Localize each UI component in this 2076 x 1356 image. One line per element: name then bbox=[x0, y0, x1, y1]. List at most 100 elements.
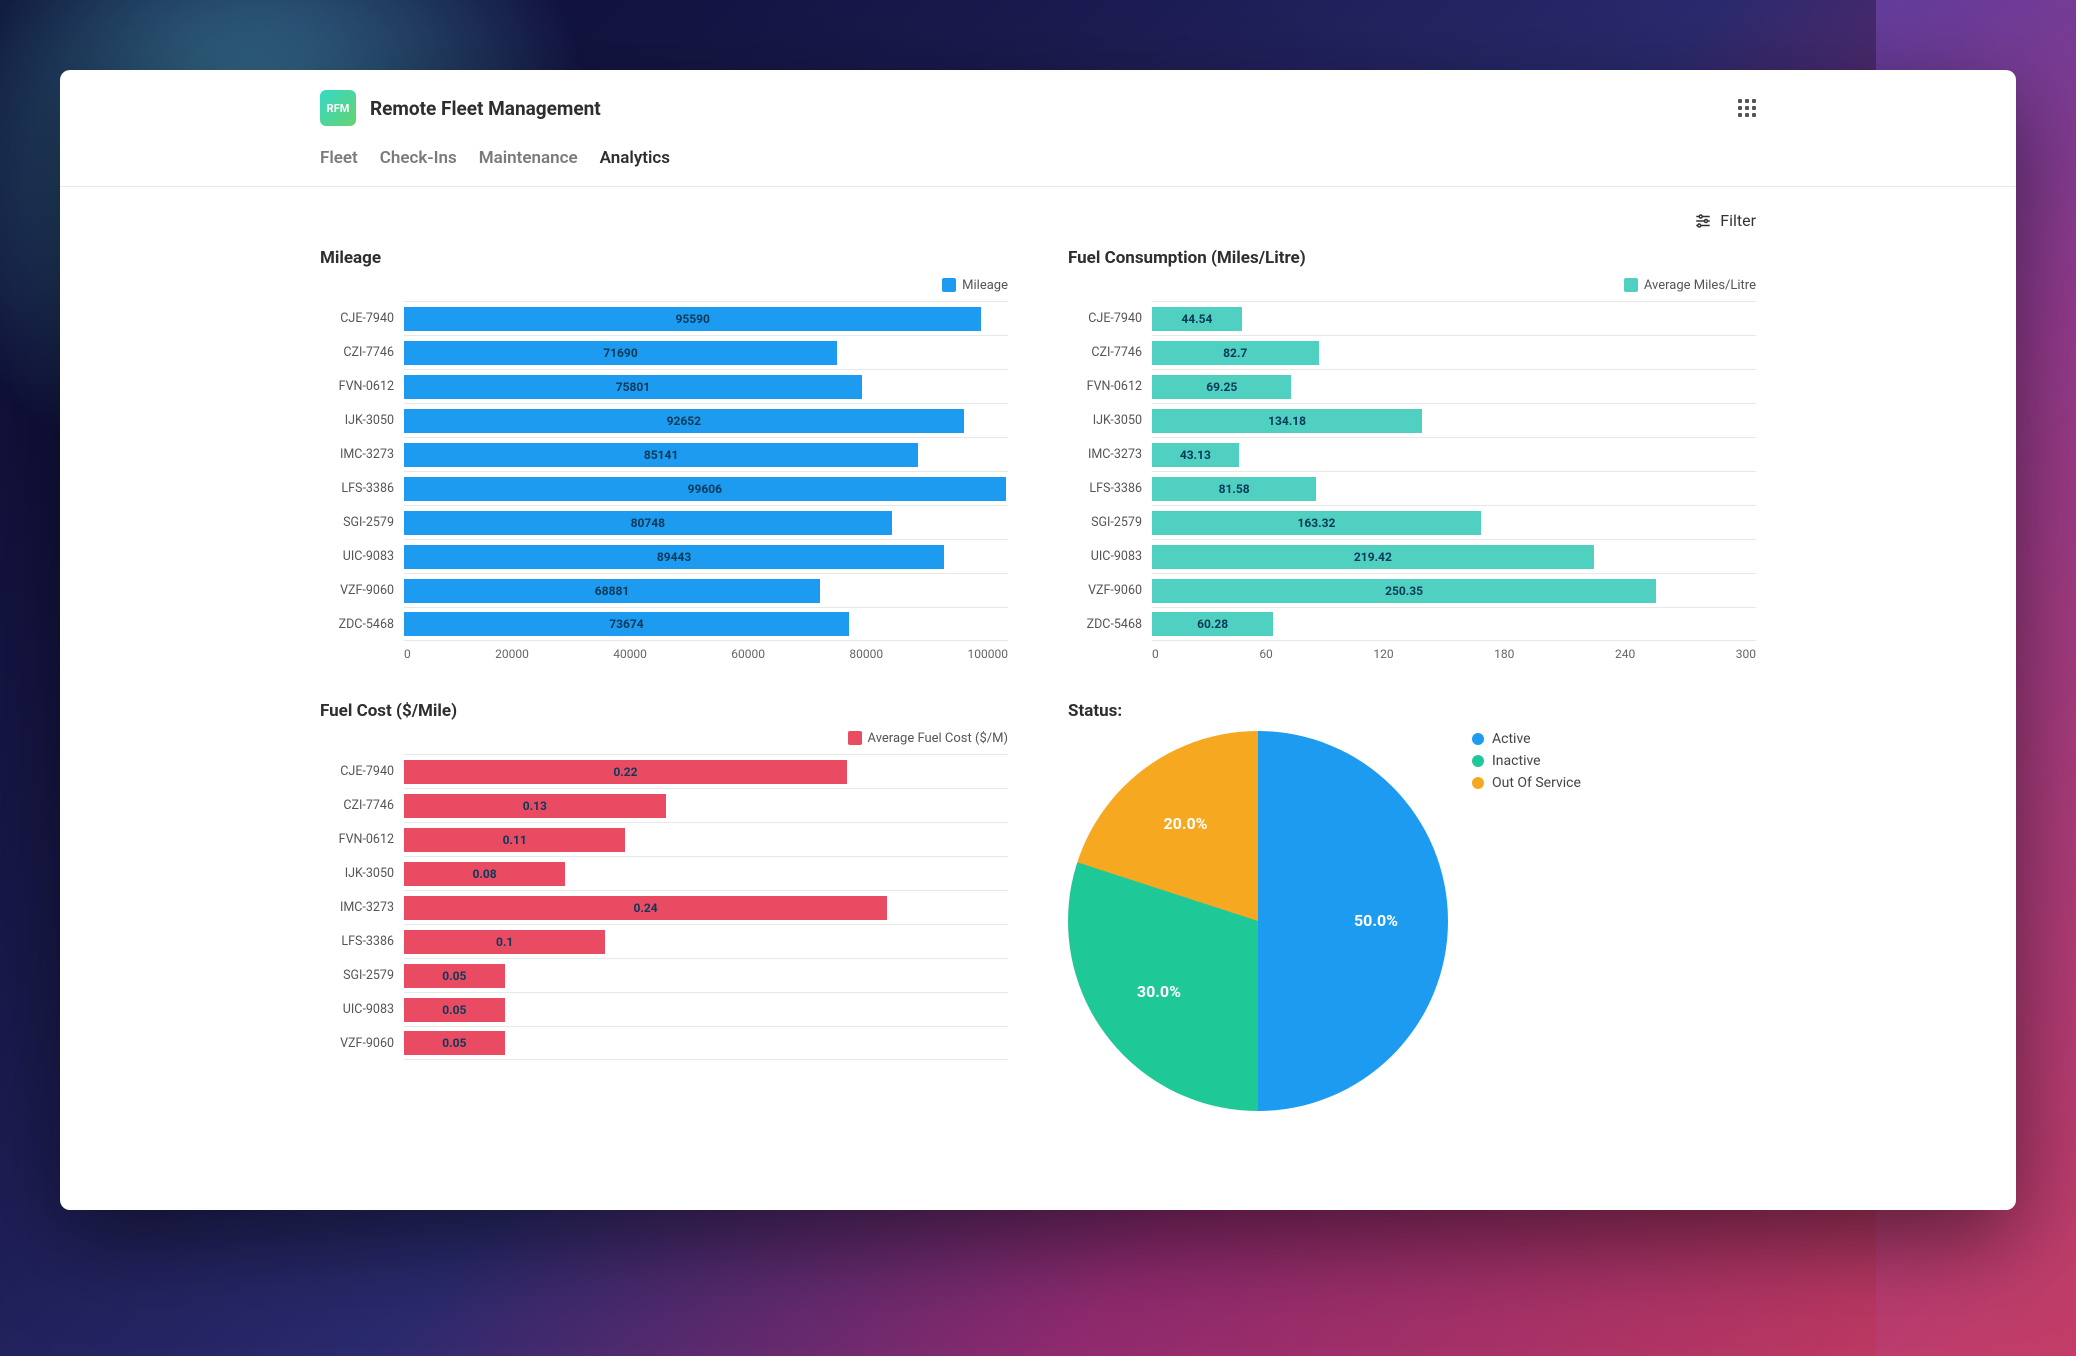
bar-track: 95590 bbox=[404, 301, 1008, 335]
chart-title: Fuel Cost ($/Mile) bbox=[320, 701, 1008, 721]
nav-analytics[interactable]: Analytics bbox=[600, 148, 670, 168]
bar-category-label: UIC-9083 bbox=[320, 1002, 404, 1017]
apps-grid-icon[interactable] bbox=[1738, 99, 1756, 117]
bar[interactable]: 69.25 bbox=[1152, 375, 1291, 399]
bar[interactable]: 0.05 bbox=[404, 964, 505, 988]
bar[interactable]: 43.13 bbox=[1152, 443, 1239, 467]
bar-row: VZF-90600.05 bbox=[320, 1026, 1008, 1060]
filter-icon bbox=[1694, 212, 1712, 230]
bar-row: CZI-774671690 bbox=[320, 335, 1008, 369]
bar-track: 43.13 bbox=[1152, 437, 1756, 471]
bar[interactable]: 0.05 bbox=[404, 1031, 505, 1055]
legend-item[interactable]: Out Of Service bbox=[1472, 775, 1581, 791]
chart-legend: Mileage bbox=[320, 278, 1008, 293]
bar-category-label: LFS-3386 bbox=[1068, 481, 1152, 496]
bar[interactable]: 0.22 bbox=[404, 760, 847, 784]
bar-category-label: CJE-7940 bbox=[320, 764, 404, 779]
bar-category-label: IMC-3273 bbox=[320, 900, 404, 915]
bar-category-label: IJK-3050 bbox=[1068, 413, 1152, 428]
brand-title: Remote Fleet Management bbox=[370, 97, 601, 120]
bar-track: 219.42 bbox=[1152, 539, 1756, 573]
chart-fuel_cost: Fuel Cost ($/Mile)Average Fuel Cost ($/M… bbox=[320, 701, 1008, 1111]
bar-row: SGI-257980748 bbox=[320, 505, 1008, 539]
bar-row: UIC-90830.05 bbox=[320, 992, 1008, 1026]
bar[interactable]: 60.28 bbox=[1152, 612, 1273, 636]
chart-fuel_consumption: Fuel Consumption (Miles/Litre)Average Mi… bbox=[1068, 248, 1756, 661]
bar-track: 99606 bbox=[404, 471, 1008, 505]
bar-track: 82.7 bbox=[1152, 335, 1756, 369]
bar-track: 250.35 bbox=[1152, 573, 1756, 607]
bar[interactable]: 85141 bbox=[404, 443, 918, 467]
bar[interactable]: 89443 bbox=[404, 545, 944, 569]
brand[interactable]: RFM Remote Fleet Management bbox=[320, 90, 601, 126]
bar[interactable]: 0.1 bbox=[404, 930, 605, 954]
pie-chart[interactable]: 50.0%30.0%20.0% bbox=[1068, 731, 1448, 1111]
bar[interactable]: 0.11 bbox=[404, 828, 625, 852]
nav-fleet[interactable]: Fleet bbox=[320, 148, 358, 168]
bar-track: 0.05 bbox=[404, 992, 1008, 1026]
bar-category-label: VZF-9060 bbox=[1068, 583, 1152, 598]
bar-track: 0.05 bbox=[404, 958, 1008, 992]
bar-track: 89443 bbox=[404, 539, 1008, 573]
bar[interactable]: 82.7 bbox=[1152, 341, 1319, 365]
chart-mileage: MileageMileageCJE-794095590CZI-774671690… bbox=[320, 248, 1008, 661]
bar[interactable]: 163.32 bbox=[1152, 511, 1481, 535]
bar-row: UIC-9083219.42 bbox=[1068, 539, 1756, 573]
bar-track: 92652 bbox=[404, 403, 1008, 437]
bar[interactable]: 80748 bbox=[404, 511, 892, 535]
x-axis: 020000400006000080000100000 bbox=[320, 647, 1008, 661]
axis-tick: 0 bbox=[404, 647, 411, 661]
axis-tick: 240 bbox=[1615, 647, 1635, 661]
nav-maintenance[interactable]: Maintenance bbox=[479, 148, 578, 168]
bar[interactable]: 68881 bbox=[404, 579, 820, 603]
bar[interactable]: 134.18 bbox=[1152, 409, 1422, 433]
bar-row: IJK-3050134.18 bbox=[1068, 403, 1756, 437]
filter-button[interactable]: Filter bbox=[1694, 211, 1756, 230]
bar[interactable]: 99606 bbox=[404, 477, 1006, 501]
axis-tick: 60000 bbox=[731, 647, 765, 661]
bar[interactable]: 250.35 bbox=[1152, 579, 1656, 603]
bar[interactable]: 73674 bbox=[404, 612, 849, 636]
bar-track: 73674 bbox=[404, 607, 1008, 641]
bar-track: 0.11 bbox=[404, 822, 1008, 856]
chart-title: Mileage bbox=[320, 248, 1008, 268]
pie-slice-label: 30.0% bbox=[1137, 982, 1181, 1001]
legend-item[interactable]: Inactive bbox=[1472, 753, 1581, 769]
bar-row: VZF-906068881 bbox=[320, 573, 1008, 607]
bar[interactable]: 81.58 bbox=[1152, 477, 1316, 501]
bar-row: SGI-2579163.32 bbox=[1068, 505, 1756, 539]
bar-row: VZF-9060250.35 bbox=[1068, 573, 1756, 607]
bar-category-label: CZI-7746 bbox=[1068, 345, 1152, 360]
bar[interactable]: 71690 bbox=[404, 341, 837, 365]
bar-track: 68881 bbox=[404, 573, 1008, 607]
axis-tick: 80000 bbox=[849, 647, 883, 661]
bar-category-label: IMC-3273 bbox=[1068, 447, 1152, 462]
bar[interactable]: 0.24 bbox=[404, 896, 887, 920]
filter-row: Filter bbox=[320, 211, 1756, 230]
brand-logo: RFM bbox=[320, 90, 356, 126]
chart-title: Fuel Consumption (Miles/Litre) bbox=[1068, 248, 1756, 268]
bar-row: LFS-338681.58 bbox=[1068, 471, 1756, 505]
bar[interactable]: 75801 bbox=[404, 375, 862, 399]
bar[interactable]: 0.13 bbox=[404, 794, 666, 818]
bar[interactable]: 95590 bbox=[404, 307, 981, 331]
bar-track: 85141 bbox=[404, 437, 1008, 471]
bar-row: UIC-908389443 bbox=[320, 539, 1008, 573]
nav-check-ins[interactable]: Check-Ins bbox=[380, 148, 457, 168]
bar[interactable]: 92652 bbox=[404, 409, 964, 433]
bar-category-label: SGI-2579 bbox=[320, 515, 404, 530]
bar-category-label: IJK-3050 bbox=[320, 866, 404, 881]
bar[interactable]: 0.08 bbox=[404, 862, 565, 886]
legend-item[interactable]: Active bbox=[1472, 731, 1581, 747]
axis-tick: 120 bbox=[1373, 647, 1393, 661]
bar[interactable]: 0.05 bbox=[404, 998, 505, 1022]
bar-row: FVN-061269.25 bbox=[1068, 369, 1756, 403]
axis-tick: 0 bbox=[1152, 647, 1159, 661]
bar[interactable]: 44.54 bbox=[1152, 307, 1242, 331]
bar-row: FVN-061275801 bbox=[320, 369, 1008, 403]
bar[interactable]: 219.42 bbox=[1152, 545, 1594, 569]
bar-chart: CJE-794095590CZI-774671690FVN-061275801I… bbox=[320, 301, 1008, 641]
filter-label: Filter bbox=[1720, 211, 1756, 230]
pie-slice-label: 50.0% bbox=[1354, 911, 1398, 930]
bar-track: 0.24 bbox=[404, 890, 1008, 924]
